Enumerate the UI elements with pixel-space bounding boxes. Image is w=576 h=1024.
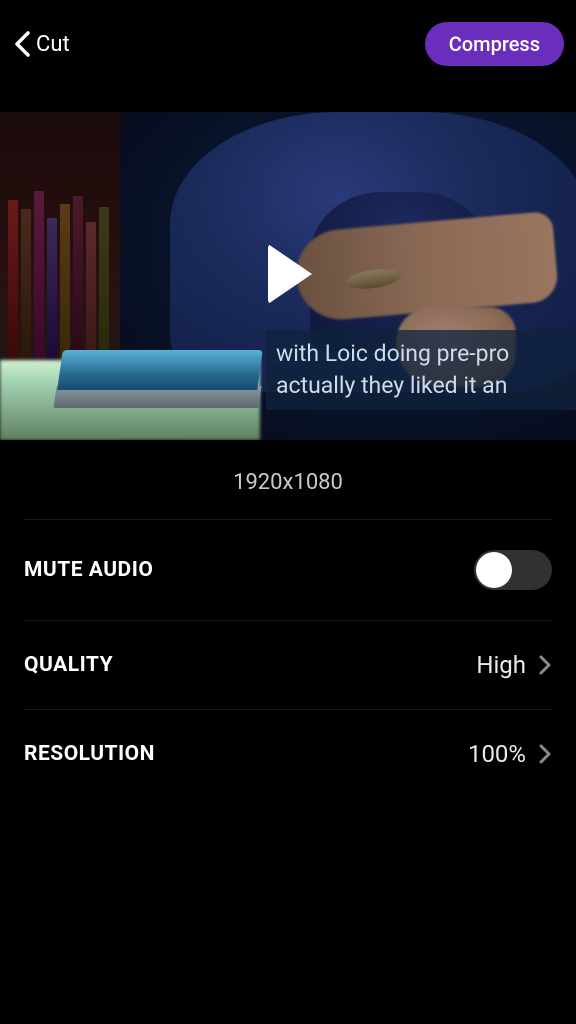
- chevron-left-icon: [12, 29, 32, 59]
- subtitle-line-2: actually they liked it an: [276, 370, 566, 402]
- mute-audio-toggle[interactable]: [474, 550, 552, 590]
- settings-list: MUTE AUDIO QUALITY High RESOLUTION 100%: [0, 519, 576, 798]
- video-preview: with Loic doing pre-pro actually they li…: [0, 112, 576, 440]
- chevron-right-icon: [538, 654, 552, 676]
- back-button[interactable]: Cut: [12, 29, 70, 59]
- video-dimensions: 1920x1080: [0, 440, 576, 519]
- resolution-row[interactable]: RESOLUTION 100%: [24, 709, 552, 798]
- mute-audio-label: MUTE AUDIO: [24, 558, 153, 582]
- back-label: Cut: [36, 32, 70, 57]
- play-button[interactable]: [256, 244, 320, 308]
- chevron-right-icon: [538, 743, 552, 765]
- compress-button[interactable]: Compress: [425, 22, 564, 66]
- subtitle-line-1: with Loic doing pre-pro: [276, 338, 566, 370]
- quality-row[interactable]: QUALITY High: [24, 620, 552, 709]
- quality-label: QUALITY: [24, 653, 113, 677]
- header: Cut Compress: [0, 0, 576, 88]
- toggle-knob: [476, 552, 512, 588]
- quality-value: High: [476, 651, 526, 679]
- mute-audio-row: MUTE AUDIO: [24, 519, 552, 620]
- compress-button-label: Compress: [449, 32, 540, 56]
- resolution-value: 100%: [468, 740, 526, 768]
- subtitle-overlay: with Loic doing pre-pro actually they li…: [266, 330, 576, 410]
- resolution-label: RESOLUTION: [24, 742, 155, 766]
- play-icon: [256, 244, 320, 304]
